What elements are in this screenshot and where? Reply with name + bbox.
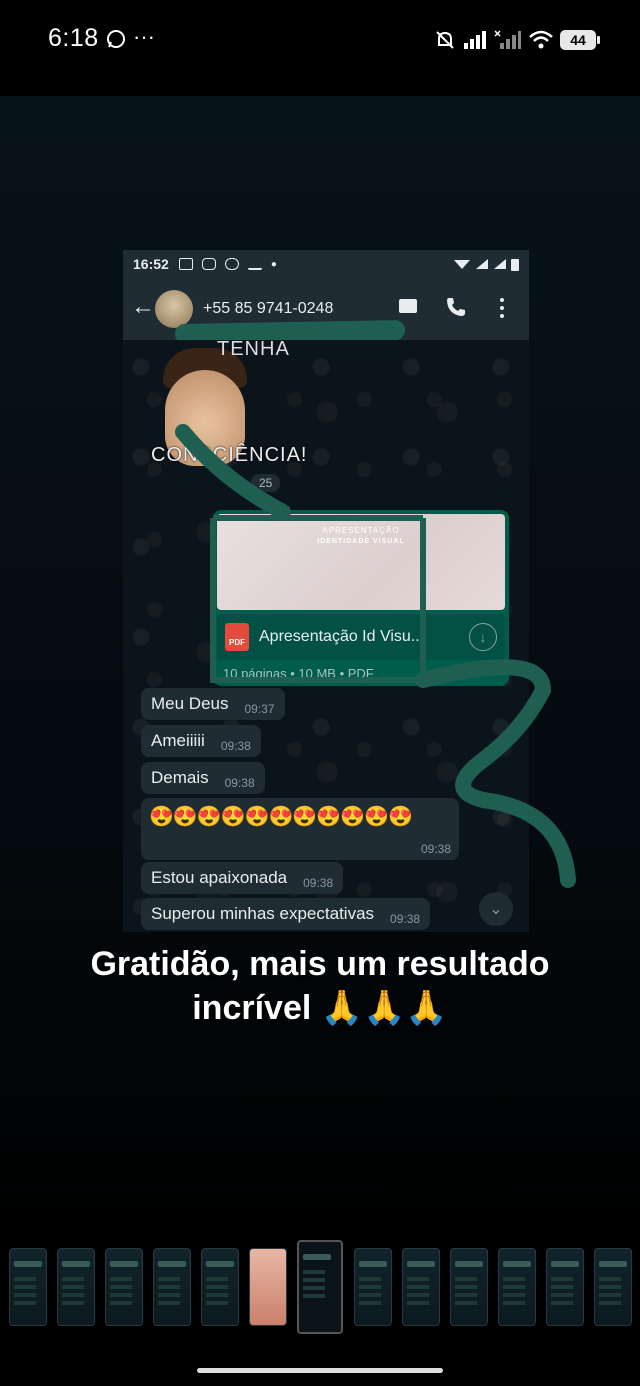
- message-time: 09:38: [390, 912, 421, 926]
- story-thumbnail[interactable]: [546, 1248, 584, 1326]
- pdf-icon: PDF: [225, 623, 249, 651]
- message-bubble[interactable]: Superou minhas expectativas 09:38: [141, 898, 431, 930]
- message-time: 09:37: [244, 702, 275, 716]
- story-thumbnail[interactable]: [57, 1248, 95, 1326]
- message-time: 09:38: [420, 842, 451, 856]
- contact-name[interactable]: +55 85 9741-0248: [203, 300, 383, 318]
- message-text: 😍😍😍😍😍😍😍😍😍😍😍: [149, 806, 413, 828]
- story-caption: Gratidão, mais um resultado incrível 🙏🙏🙏: [0, 942, 640, 1030]
- home-indicator[interactable]: [197, 1368, 443, 1373]
- inner-signal-icon: [476, 259, 488, 269]
- chat-header: ← +55 85 9741-0248: [123, 278, 529, 345]
- instagram-icon: [201, 258, 216, 270]
- document-message[interactable]: APRESENTAÇÃO IDENTIDADE VISUAL PDF Apres…: [213, 510, 509, 686]
- story-thumbnail[interactable]: [201, 1248, 239, 1326]
- document-thumb-title: APRESENTAÇÃO: [322, 526, 400, 535]
- dot-icon: ●: [270, 258, 277, 270]
- story-thumbnail[interactable]: [153, 1248, 191, 1326]
- sticker-time: 25: [251, 474, 281, 492]
- battery-icon: 44: [560, 30, 600, 50]
- message-bubble[interactable]: Demais 09:38: [141, 762, 265, 794]
- message-text: Demais: [151, 768, 209, 787]
- message-bubble[interactable]: Estou apaixonada 09:38: [141, 862, 344, 894]
- story-thumbnail[interactable]: [354, 1248, 392, 1326]
- inner-status-bar: 16:52 ●: [123, 250, 529, 278]
- story-thumbnail[interactable]: [450, 1248, 488, 1326]
- more-notifications-icon: ···: [133, 24, 155, 49]
- inner-status-right: [453, 258, 519, 271]
- chat-area: TENHA CONSCIÊNCIA! 25 APRESENTAÇÃO IDENT…: [123, 338, 529, 932]
- message-bubble[interactable]: Ameiiiii 09:38: [141, 725, 261, 757]
- story-thumbnail[interactable]: [249, 1248, 287, 1326]
- back-arrow-icon[interactable]: ←: [131, 294, 155, 320]
- story-thumbnail[interactable]: [105, 1248, 143, 1326]
- signal-2-icon: [494, 30, 521, 49]
- caption-line-1: Gratidão, mais um resultado: [90, 945, 550, 983]
- inner-wifi-icon: [454, 260, 470, 269]
- status-bar: 6:18 ··· 44: [0, 0, 640, 96]
- download-icon[interactable]: ↓: [469, 623, 497, 651]
- scroll-down-icon[interactable]: ⌄: [479, 892, 513, 926]
- mute-icon: [436, 31, 454, 49]
- signal-icon: [464, 31, 486, 49]
- missed-call-icon: [247, 258, 262, 270]
- message-text: Superou minhas expectativas: [151, 904, 375, 923]
- whatsapp-icon: [107, 30, 125, 48]
- inner-battery-icon: [511, 258, 519, 271]
- sticker-text-bottom: CONSCIÊNCIA!: [151, 444, 308, 466]
- story-thumbnail[interactable]: [594, 1248, 632, 1326]
- document-thumb-subtitle: IDENTIDADE VISUAL: [317, 538, 405, 545]
- wifi-icon: [529, 30, 553, 49]
- message-bubble[interactable]: Meu Deus 09:37: [141, 688, 285, 720]
- message-text: Ameiiiii: [151, 731, 205, 750]
- story-thumbnail[interactable]: [402, 1248, 440, 1326]
- phone-icon[interactable]: [444, 295, 468, 319]
- document-name: Apresentação Id Visu...: [259, 628, 425, 645]
- sticker-text-top: TENHA: [217, 338, 290, 360]
- message-time: 09:38: [220, 739, 251, 753]
- chat-screenshot: 16:52 ● ← +55 85 9741-0248 TENHA CONSCIÊ…: [123, 250, 529, 932]
- document-meta: 10 páginas • 10 MB • PDF: [223, 666, 374, 681]
- story-thumbnail[interactable]: [498, 1248, 536, 1326]
- avatar[interactable]: [155, 290, 193, 328]
- message-text: Estou apaixonada: [151, 868, 288, 887]
- voicemail-icon: [224, 258, 239, 270]
- message-icon: [178, 258, 193, 270]
- story-thumbnail-active[interactable]: [297, 1240, 343, 1334]
- caption-line-2: incrível 🙏🙏🙏: [192, 989, 448, 1027]
- story-thumbnail[interactable]: [9, 1248, 47, 1326]
- status-time: 6:18: [48, 24, 99, 52]
- document-file-row[interactable]: PDF Apresentação Id Visu... ↓: [217, 614, 505, 660]
- video-call-icon[interactable]: [399, 299, 417, 313]
- message-text: Meu Deus: [151, 694, 229, 713]
- inner-status-time: 16:52: [133, 256, 169, 272]
- document-thumbnail[interactable]: APRESENTAÇÃO IDENTIDADE VISUAL: [217, 514, 505, 610]
- menu-dots-icon[interactable]: [499, 296, 505, 320]
- emoji-message-bubble[interactable]: 😍😍😍😍😍😍😍😍😍😍😍 09:38: [141, 798, 459, 860]
- message-time: 09:38: [224, 776, 255, 790]
- sticker[interactable]: TENHA CONSCIÊNCIA!: [147, 338, 306, 480]
- story-thumbnail-strip: [0, 1240, 640, 1340]
- message-time: 09:38: [303, 876, 334, 890]
- inner-signal-2-icon: [494, 259, 506, 269]
- status-icons: 44: [434, 28, 600, 52]
